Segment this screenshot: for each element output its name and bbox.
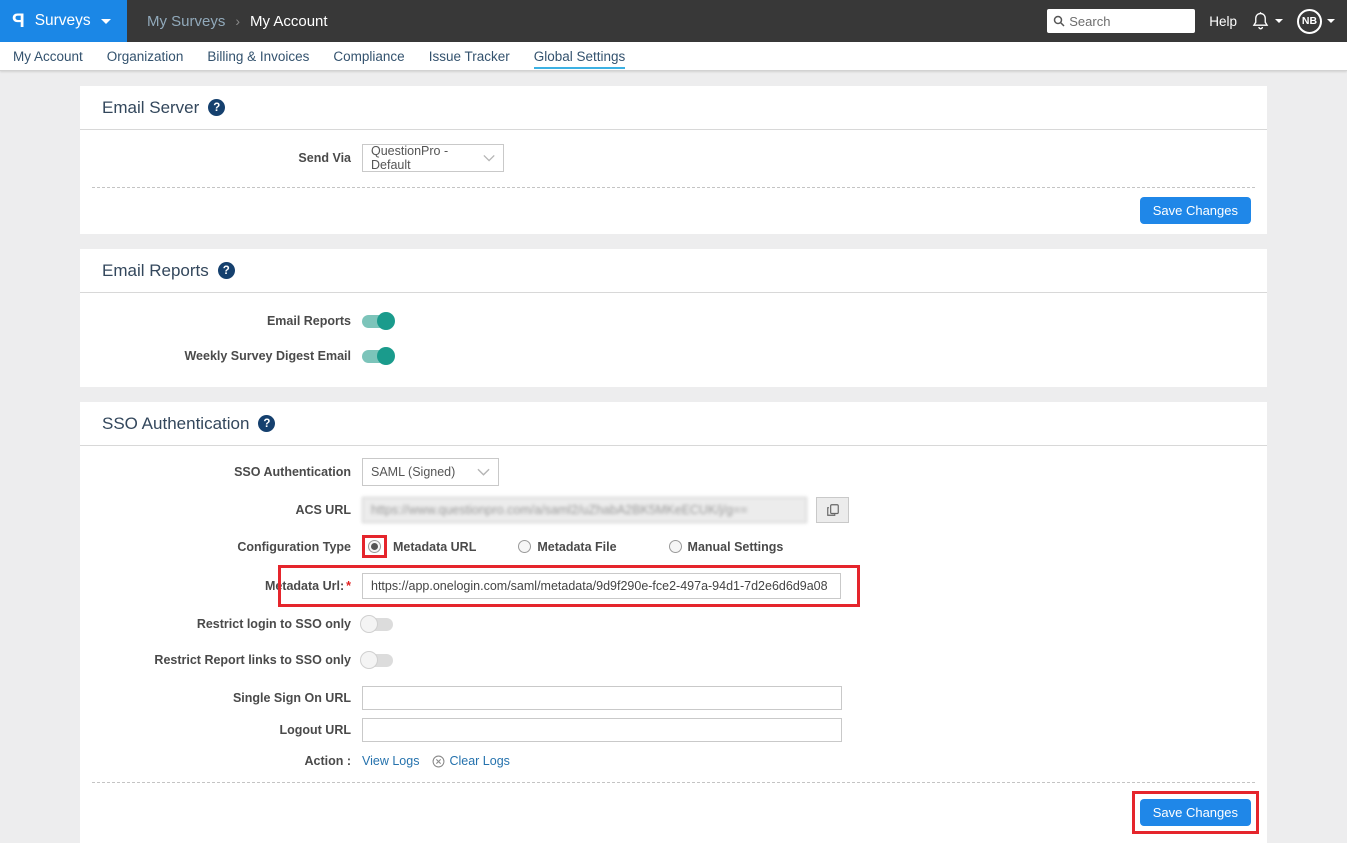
restrict-report-links-toggle[interactable] <box>360 650 393 669</box>
radio-manual-settings[interactable]: Manual Settings <box>668 540 783 554</box>
sso-auth-select[interactable]: SAML (Signed) <box>362 458 499 486</box>
chevron-down-icon <box>1275 19 1283 23</box>
tab-billing-invoices[interactable]: Billing & Invoices <box>195 42 321 71</box>
search-input[interactable] <box>1069 13 1190 29</box>
product-name: Surveys <box>34 12 91 29</box>
weekly-digest-toggle[interactable] <box>362 346 395 365</box>
breadcrumb: My Surveys › My Account <box>127 0 1047 42</box>
annotation-box <box>362 535 387 558</box>
copy-acs-url-button[interactable] <box>816 497 849 523</box>
help-icon[interactable]: ? <box>208 99 226 116</box>
radio-metadata-url[interactable]: Metadata URL <box>362 535 476 558</box>
sso-save-button[interactable]: Save Changes <box>1139 799 1251 826</box>
tab-global-settings[interactable]: Global Settings <box>522 42 638 71</box>
acs-url-label: ACS URL <box>295 503 351 517</box>
avatar: NB <box>1297 8 1322 34</box>
restrict-login-label: Restrict login to SSO only <box>196 617 351 631</box>
radio-icon <box>668 540 682 553</box>
chevron-down-icon <box>1327 19 1335 23</box>
chevron-down-icon <box>477 468 490 476</box>
metadata-url-label: Metadata Url: * <box>264 579 351 593</box>
notifications-menu[interactable] <box>1251 11 1283 32</box>
email-reports-toggle[interactable] <box>362 311 395 330</box>
clear-circle-x-icon <box>432 755 445 767</box>
settings-tabbar: My Account Organization Billing & Invoic… <box>0 42 1347 71</box>
chevron-down-icon <box>483 154 495 162</box>
acs-url-input <box>362 497 807 523</box>
email-server-save-button[interactable]: Save Changes <box>1139 197 1251 224</box>
weekly-digest-toggle-label: Weekly Survey Digest Email <box>184 349 351 363</box>
sso-title: SSO Authentication <box>102 413 250 433</box>
logout-url-label: Logout URL <box>279 723 351 737</box>
sso-auth-label: SSO Authentication <box>234 465 351 479</box>
restrict-report-links-label: Restrict Report links to SSO only <box>154 653 351 667</box>
logout-url-input[interactable] <box>362 718 842 742</box>
send-via-label: Send Via <box>298 151 351 165</box>
top-header: P Surveys My Surveys › My Account Help N… <box>0 0 1347 42</box>
radio-icon <box>518 540 532 553</box>
product-switcher[interactable]: P Surveys <box>0 0 127 42</box>
bell-icon <box>1252 11 1269 29</box>
tab-organization[interactable]: Organization <box>95 42 196 71</box>
account-menu[interactable]: NB <box>1297 8 1335 34</box>
metadata-url-input[interactable] <box>362 573 841 599</box>
action-label: Action : <box>304 754 351 768</box>
clear-logs-link[interactable]: Clear Logs <box>432 754 510 768</box>
email-reports-card: Email Reports ? Email Reports Weekly Sur… <box>80 249 1267 387</box>
restrict-login-toggle[interactable] <box>360 614 393 633</box>
tab-my-account[interactable]: My Account <box>1 42 95 71</box>
radio-icon <box>368 540 381 553</box>
email-reports-toggle-label: Email Reports <box>266 314 351 328</box>
email-server-title: Email Server <box>102 97 200 117</box>
help-icon[interactable]: ? <box>217 262 235 279</box>
single-sign-on-url-input[interactable] <box>362 686 842 710</box>
search-icon <box>1053 15 1065 27</box>
global-search[interactable] <box>1047 9 1196 33</box>
email-reports-title: Email Reports <box>102 260 209 280</box>
view-logs-link[interactable]: View Logs <box>362 754 419 768</box>
send-via-select[interactable]: QuestionPro - Default <box>362 144 504 172</box>
configuration-type-label: Configuration Type <box>237 539 351 554</box>
tab-compliance[interactable]: Compliance <box>321 42 416 71</box>
chevron-down-icon <box>100 18 111 24</box>
questionpro-logo-icon: P <box>12 10 25 32</box>
breadcrumb-separator: › <box>235 13 241 29</box>
single-sign-on-url-label: Single Sign On URL <box>232 691 351 705</box>
annotation-box: Save Changes <box>1131 791 1259 834</box>
email-server-card: Email Server ? Send Via QuestionPro - De… <box>80 86 1267 234</box>
breadcrumb-my-account: My Account <box>250 12 328 30</box>
help-link[interactable]: Help <box>1209 14 1237 29</box>
radio-metadata-file[interactable]: Metadata File <box>518 540 617 554</box>
breadcrumb-my-surveys[interactable]: My Surveys <box>147 13 225 30</box>
sso-authentication-card: SSO Authentication ? SSO Authentication … <box>80 402 1267 843</box>
help-icon[interactable]: ? <box>258 415 276 432</box>
copy-icon <box>826 504 839 516</box>
tab-issue-tracker[interactable]: Issue Tracker <box>417 42 522 71</box>
